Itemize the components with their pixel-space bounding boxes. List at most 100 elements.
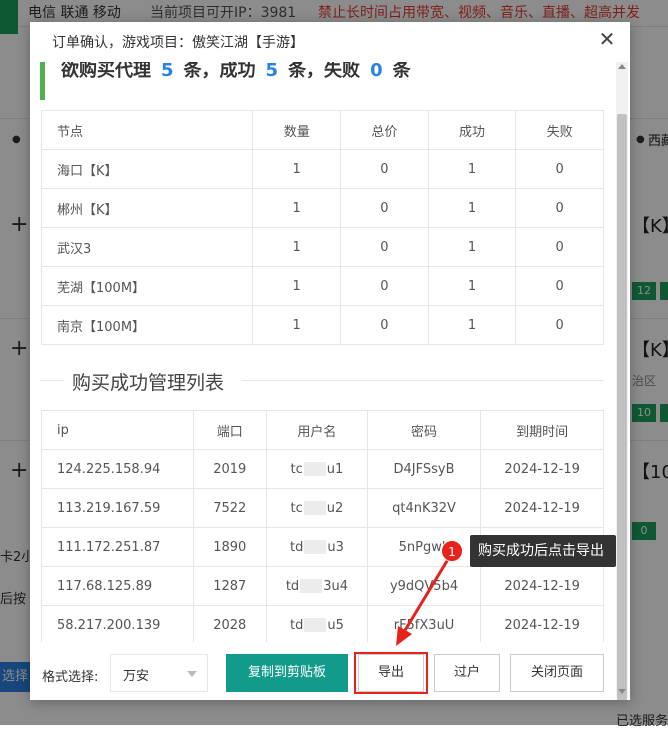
table-cell: 1 [427,305,517,345]
scroll-down-icon[interactable] [618,689,626,694]
password-cell: D4JFSsyB [366,449,482,489]
username-cell: tc u2 [265,488,368,528]
column-header: 成功 [427,110,517,150]
table-row: 南京【100M】 1 0 1 0 [40,305,604,345]
node-table: 节点 数量 总价 成功 失败 海口【K】 1 0 1 0 郴州【K】 1 0 1 0 武汉3 1 0 1 0… [40,110,604,345]
table-row: 芜湖【100M】 1 0 1 0 [40,266,604,306]
port-cell: 1287 [192,566,267,606]
port-cell: 2019 [192,449,267,489]
ip-cell: 124.225.158.94 [41,449,194,489]
port-cell: 7522 [192,488,267,528]
close-page-button[interactable]: 关闭页面 [510,654,604,692]
dialog-body: 欲购买代理 5 条，成功 5 条，失败 0 条 节点 数量 总价 成功 失败 海口【K】 1 0… [30,62,630,670]
fail-count: 0 [370,62,383,81]
table-cell: 0 [340,227,429,267]
transfer-button[interactable]: 过户 [434,654,500,692]
ip-cell: 113.219.167.59 [41,488,194,528]
summary-unit: 条 [392,62,411,81]
table-cell: 郴州【K】 [40,188,254,228]
username-start: td [289,617,304,633]
column-header: 失败 [515,110,604,150]
username-end: u3 [327,539,344,555]
username-cell: td u3 [265,527,368,567]
password-cell: y9dQV5b4 [366,566,482,606]
expiry-cell: 2024-12-19 [480,605,604,645]
divider [242,380,604,381]
table-row: 58.217.200.139 2028 td u5 rF5fX3uU 2024-12-19 [41,605,604,645]
summary-unit: 条，成功 [183,62,256,81]
table-row: 郴州【K】 1 0 1 0 [40,188,604,228]
table-cell: 0 [515,227,604,267]
format-select[interactable]: 万安 [110,654,208,692]
column-header: 密码 [366,410,482,450]
summary-unit: 条，失败 [288,62,361,81]
column-header: 端口 [192,410,267,450]
table-row: 海口【K】 1 0 1 0 [40,149,604,189]
column-header: 到期时间 [480,410,604,450]
username-end: u5 [327,617,344,633]
column-header: 总价 [340,110,429,150]
success-list-table: ip 端口 用户名 密码 到期时间 124.225.158.94 2019 tc u1… [41,410,604,645]
port-cell: 2028 [192,605,267,645]
ip-cell: 111.172.251.87 [41,527,194,567]
table-cell: 1 [427,188,517,228]
scrollbar[interactable] [616,62,628,700]
table-header-row: ip 端口 用户名 密码 到期时间 [41,410,604,450]
table-row: 117.68.125.89 1287 td 3u4 y9dQV5b4 2024-12-19 [41,566,604,606]
table-cell: 南京【100M】 [40,305,254,345]
ip-cell: 58.217.200.139 [41,605,194,645]
table-cell: 海口【K】 [40,149,254,189]
table-cell: 0 [340,266,429,306]
divider [40,380,64,381]
table-row: 124.225.158.94 2019 tc u1 D4JFSsyB 2024-12-19 [41,449,604,489]
blurred-region [304,540,327,554]
export-highlight-box [354,652,428,694]
username-end: u1 [326,461,344,477]
expiry-cell: 2024-12-19 [480,566,604,606]
table-cell: 0 [515,188,604,228]
ip-cell: 117.68.125.89 [41,566,194,606]
table-cell: 0 [515,149,604,189]
section-title-label: 购买成功管理列表 [72,372,225,394]
column-header: 用户名 [265,410,368,450]
username-end: 3u4 [323,578,348,594]
password-cell: qt4nK32V [366,488,482,528]
close-icon[interactable]: ✕ [596,28,618,50]
table-cell: 1 [252,188,342,228]
username-cell: tc u1 [265,449,368,489]
scrollbar-thumb[interactable] [617,114,627,700]
expiry-cell: 2024-12-19 [480,488,604,528]
table-cell: 1 [252,149,342,189]
username-start: tc [290,500,303,516]
username-cell: td 3u4 [265,566,368,606]
table-cell: 芜湖【100M】 [40,266,254,306]
table-cell: 0 [340,305,429,345]
blurred-region [303,501,326,515]
username-cell: td u5 [265,605,368,645]
table-cell: 1 [252,227,342,267]
total-count: 5 [161,62,174,81]
password-cell: 5nPgwk [366,527,482,567]
order-confirm-dialog: 订单确认，游戏项目：傲笑江湖【手游】 ✕ 欲购买代理 5 条，成功 5 条，失败 0 条 节… [30,22,630,700]
blurred-region [303,462,326,476]
table-cell: 0 [515,266,604,306]
expiry-cell: 2024-12-19 [480,449,604,489]
table-cell: 1 [427,149,517,189]
table-cell: 1 [427,227,517,267]
column-header: ip [41,410,194,450]
table-cell: 0 [340,149,429,189]
annotation-callout: 购买成功后点击导出 [470,535,616,567]
username-start: td [285,578,300,594]
username-start: td [289,539,304,555]
blurred-region [304,618,327,632]
column-header: 数量 [252,110,342,150]
success-count: 5 [265,62,279,81]
table-cell: 0 [515,305,604,345]
copy-to-clipboard-button[interactable]: 复制到剪贴板 [226,654,348,692]
summary-prefix: 欲购买代理 [61,62,151,81]
scroll-up-icon[interactable] [618,64,626,69]
step-number-badge: 1 [441,540,463,562]
chevron-down-icon [187,671,197,677]
table-cell: 1 [252,305,342,345]
password-cell: rF5fX3uU [366,605,482,645]
